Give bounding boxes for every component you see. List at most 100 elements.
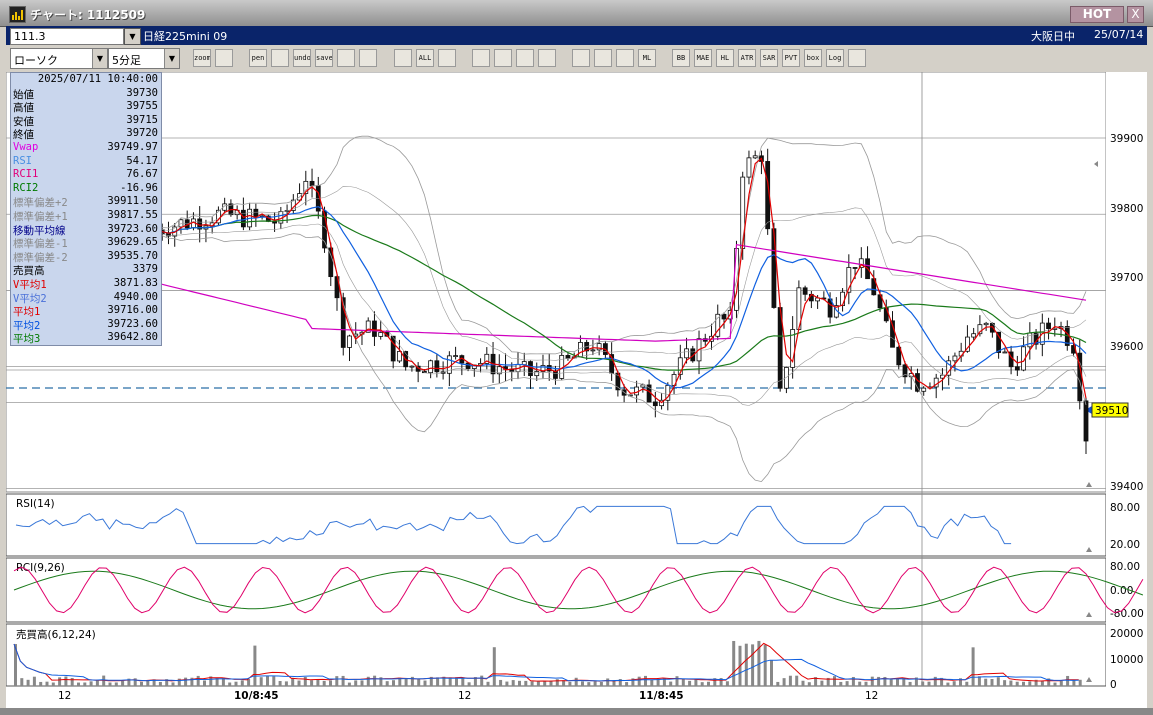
volume-bar: [1072, 680, 1076, 686]
code-input[interactable]: 111.3: [10, 28, 124, 45]
hot-button[interactable]: HOT: [1070, 6, 1124, 23]
period-select[interactable]: 5分足 ▼: [108, 48, 180, 69]
volume-panel: [6, 623, 1107, 687]
status-bar: [0, 708, 1153, 715]
toolbar-palette-button[interactable]: [494, 49, 512, 67]
toolbar-trash-button[interactable]: [337, 49, 355, 67]
toolbar-bb-button[interactable]: BB: [672, 49, 690, 67]
candle: [578, 342, 583, 358]
toolbar-color-d-button[interactable]: [594, 49, 612, 67]
candle: [253, 208, 259, 217]
volume-bar: [89, 681, 93, 686]
toolbar-window-button[interactable]: [215, 49, 233, 67]
x-axis-label: 12: [58, 690, 71, 702]
toolbar-color-a-button[interactable]: [516, 49, 534, 67]
volume-bar: [801, 680, 805, 686]
toolbar-save-button[interactable]: save: [315, 49, 333, 67]
volume-bar: [58, 677, 62, 686]
toolbar-hl-button[interactable]: HL: [716, 49, 734, 67]
candle: [746, 157, 752, 178]
volume-bar: [820, 680, 824, 686]
toolbar-arrow-button[interactable]: [271, 49, 289, 67]
toolbar-atr-button[interactable]: ATR: [738, 49, 756, 67]
info-label: RCI1: [13, 168, 39, 181]
volume-bar: [725, 681, 729, 686]
volume-bar: [889, 679, 893, 686]
volume-bar: [1053, 682, 1057, 686]
volume-tick-label: 10000: [1110, 654, 1143, 666]
candle: [971, 333, 977, 338]
volume-bar: [1040, 680, 1044, 686]
volume-bar: [266, 675, 269, 686]
current-date: 25/07/14: [1094, 28, 1144, 41]
candle: [1083, 400, 1089, 442]
toolbar-tools-button[interactable]: [438, 49, 456, 67]
volume-bar: [656, 679, 660, 686]
toolbar-blank-button[interactable]: [616, 49, 634, 67]
volume-bar: [486, 681, 490, 686]
toolbar-undo-button[interactable]: undo: [293, 49, 311, 67]
toolbar-log-button[interactable]: Log: [826, 49, 844, 67]
volume-bar: [373, 675, 377, 686]
info-row: 標準偏差-1 39629.65: [11, 236, 161, 250]
candle: [428, 360, 434, 374]
toolbar-candle-a-button[interactable]: [359, 49, 377, 67]
volume-bar: [467, 682, 471, 686]
toolbar-pen-button[interactable]: pen: [249, 49, 267, 67]
chart-area[interactable]: 39900 39800 39700 39600 39400 39510 RSI(14) 80.…: [6, 72, 1147, 715]
candle: [240, 209, 246, 228]
candle: [652, 401, 658, 407]
toolbar-ml-button[interactable]: ML: [638, 49, 656, 67]
chart-type-select[interactable]: ローソク ▼: [10, 48, 108, 69]
volume-bar: [184, 677, 188, 686]
volume-bar: [1028, 681, 1032, 686]
info-label: Vwap: [13, 141, 39, 153]
volume-bar: [316, 679, 320, 686]
toolbar-candle-b-button[interactable]: [394, 49, 412, 67]
chevron-down-icon[interactable]: ▼: [124, 28, 141, 45]
candle: [453, 355, 458, 357]
info-value: 39749.97: [107, 141, 158, 153]
volume-bar: [845, 681, 849, 686]
volume-bar: [1059, 681, 1063, 686]
info-row: 安値 39715: [11, 114, 161, 128]
candle: [952, 355, 958, 362]
toolbar-all-button[interactable]: ALL: [416, 49, 434, 67]
volume-bar: [32, 676, 36, 686]
chart-type-value: ローソク: [14, 54, 58, 67]
toolbar-box-button[interactable]: box: [804, 49, 822, 67]
volume-bar: [996, 677, 1000, 686]
toolbar-color-c-button[interactable]: [572, 49, 590, 67]
volume-bar: [536, 681, 540, 686]
info-value: 2025/07/11 10:40:00: [37, 73, 158, 85]
current-price-label: 39510: [1095, 405, 1128, 417]
chart-svg[interactable]: 39900 39800 39700 39600 39400 39510 RSI(14) 80.…: [6, 72, 1147, 715]
volume-bar: [744, 643, 748, 686]
volume-bar: [392, 680, 395, 686]
info-value: 39755: [126, 100, 158, 113]
rsi-tick-label: 80.00: [1110, 502, 1140, 514]
info-row: 始値 39730: [11, 87, 161, 101]
volume-bar: [423, 680, 427, 686]
toolbar-mae-button[interactable]: MAE: [694, 49, 712, 67]
volume-bar: [896, 678, 899, 686]
candle: [378, 332, 384, 337]
toolbar-sar-button[interactable]: SAR: [760, 49, 778, 67]
price-tick-label: 39700: [1110, 272, 1143, 284]
candle: [1014, 366, 1020, 371]
toolbar-export-button[interactable]: [848, 49, 866, 67]
close-button[interactable]: X: [1127, 6, 1144, 23]
price-tick-label: 39900: [1110, 133, 1143, 145]
toolbar-pvt-button[interactable]: PVT: [782, 49, 800, 67]
volume-bar: [625, 682, 629, 686]
volume-title: 売買高(6,12,24): [16, 628, 96, 641]
volume-bar: [461, 678, 465, 686]
volume-bar: [228, 682, 232, 686]
toolbar-brush-button[interactable]: [472, 49, 490, 67]
info-row: 標準偏差+2 39911.50: [11, 195, 161, 209]
title-bar[interactable]: チャート: 1112509 HOT X: [0, 0, 1153, 27]
volume-bar: [807, 682, 811, 686]
toolbar-color-b-button[interactable]: [538, 49, 556, 67]
toolbar-zoom-button[interactable]: zoom: [193, 49, 211, 67]
chevron-down-icon: ▼: [92, 49, 107, 68]
